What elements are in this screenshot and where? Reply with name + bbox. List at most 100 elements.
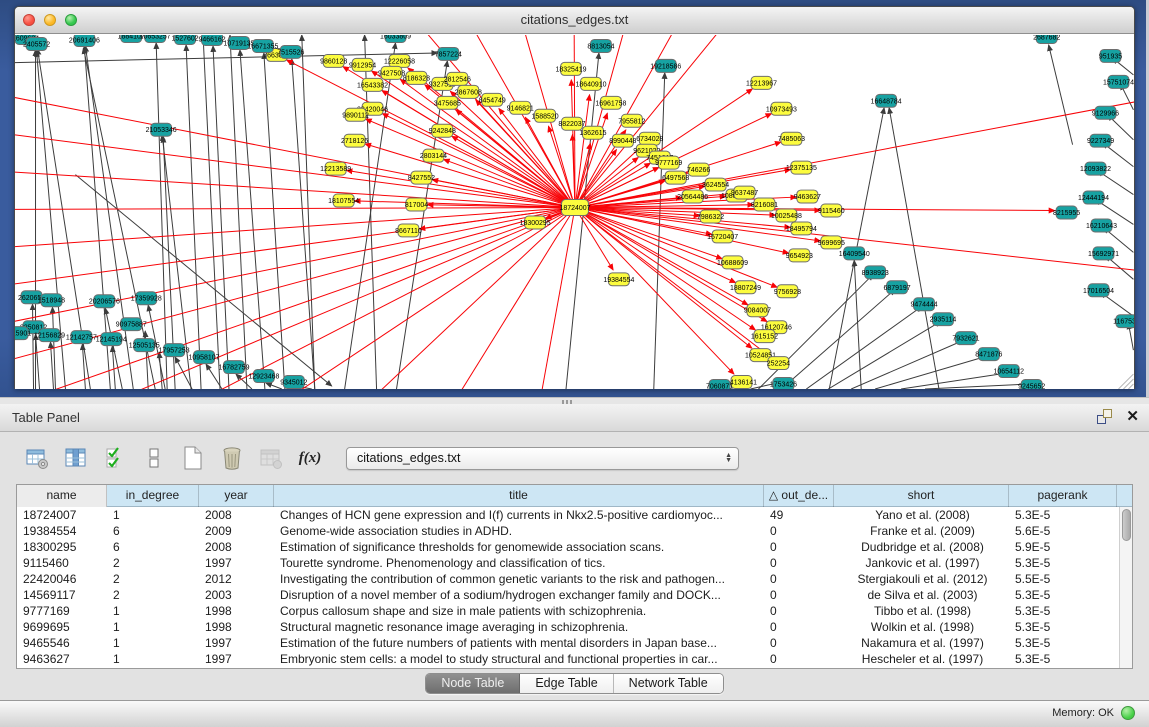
table-cell[interactable]: 0 <box>764 603 834 619</box>
close-panel-icon[interactable]: ✕ <box>1126 409 1139 424</box>
table-cell[interactable]: 1998 <box>199 603 274 619</box>
table-cell[interactable]: Hescheler et al. (1997) <box>834 651 1009 667</box>
table-cell[interactable]: 2 <box>107 571 199 587</box>
table-cell[interactable]: 0 <box>764 555 834 571</box>
table-cell[interactable]: 19384554 <box>17 523 107 539</box>
graph-edge[interactable] <box>889 108 939 389</box>
graph-edge[interactable] <box>828 321 941 389</box>
resize-grip-icon[interactable] <box>1118 374 1133 389</box>
graph-edge[interactable] <box>1049 45 1073 145</box>
graph-edge[interactable] <box>419 208 575 229</box>
graph-edge[interactable] <box>575 208 777 288</box>
table-mode-icon[interactable] <box>24 445 50 471</box>
memory-status-icon[interactable] <box>1121 706 1135 720</box>
table-cell[interactable]: 2 <box>107 555 199 571</box>
table-cell[interactable]: 0 <box>764 635 834 651</box>
column-header-name[interactable]: name <box>17 485 107 507</box>
float-panel-icon[interactable] <box>1097 409 1112 424</box>
table-cell[interactable]: Changes of HCN gene expression and I(f) … <box>274 507 764 523</box>
table-cell[interactable]: 5.3E-5 <box>1009 651 1117 667</box>
table-row[interactable]: 911546021997Tourette syndrome. Phenomeno… <box>17 555 1119 571</box>
graph-edge[interactable] <box>335 208 575 389</box>
graph-edge[interactable] <box>925 384 1030 389</box>
table-cell[interactable]: Genome-wide association studies in ADHD. <box>274 523 764 539</box>
table-cell[interactable]: 1 <box>107 635 199 651</box>
column-header-in_degree[interactable]: in_degree <box>107 485 199 507</box>
table-cell[interactable]: 1 <box>107 507 199 523</box>
table-cell[interactable]: 49 <box>764 507 834 523</box>
table-row[interactable]: 1938455462009Genome-wide association stu… <box>17 523 1119 539</box>
graph-edge[interactable] <box>806 306 922 389</box>
graph-edge[interactable] <box>156 43 167 389</box>
table-cell[interactable]: 5.3E-5 <box>1009 619 1117 635</box>
graph-edge[interactable] <box>434 208 575 389</box>
network-canvas[interactable]: 1872400776638229860128991295412226058942… <box>15 35 1134 389</box>
table-cell[interactable]: 5.3E-5 <box>1009 507 1117 523</box>
column-header-year[interactable]: year <box>199 485 274 507</box>
graph-edge[interactable] <box>213 46 229 389</box>
graph-edge[interactable] <box>36 334 40 389</box>
graph-edge[interactable] <box>186 45 201 389</box>
select-rows-icon[interactable] <box>102 445 128 471</box>
table-cell[interactable]: Estimation of significance thresholds fo… <box>274 539 764 555</box>
table-cell[interactable]: Dudbridge et al. (2008) <box>834 539 1009 555</box>
function-builder-icon[interactable]: f(x) <box>297 445 323 471</box>
table-cell[interactable]: Investigating the contribution of common… <box>274 571 764 587</box>
graph-edge[interactable] <box>15 208 575 370</box>
table-cell[interactable]: de Silva et al. (2003) <box>834 587 1009 603</box>
table-cell[interactable]: Wolkin et al. (1998) <box>834 619 1009 635</box>
table-cell[interactable]: 18724007 <box>17 507 107 523</box>
table-cell[interactable]: 5.3E-5 <box>1009 603 1117 619</box>
graph-edge[interactable] <box>105 308 122 389</box>
graph-edge[interactable] <box>15 208 575 290</box>
table-cell[interactable]: 0 <box>764 571 834 587</box>
graph-edge[interactable] <box>15 170 575 208</box>
table-cell[interactable]: 0 <box>764 523 834 539</box>
column-header-title[interactable]: title <box>274 485 764 507</box>
table-cell[interactable]: Structural magnetic resonance image aver… <box>274 619 764 635</box>
show-columns-icon[interactable] <box>63 445 89 471</box>
table-cell[interactable]: Embryonic stem cells: a model to study s… <box>274 651 764 667</box>
table-cell[interactable]: 1 <box>107 651 199 667</box>
table-cell[interactable]: Yano et al. (2008) <box>834 507 1009 523</box>
table-cell[interactable]: 5.3E-5 <box>1009 555 1117 571</box>
table-cell[interactable]: 5.3E-5 <box>1009 635 1117 651</box>
network-window-titlebar[interactable]: citations_edges.txt <box>15 7 1134 34</box>
graph-edge[interactable] <box>240 50 265 389</box>
graph-edge[interactable] <box>15 208 575 210</box>
graph-edge[interactable] <box>452 136 575 207</box>
table-row[interactable]: 1830029562008Estimation of significance … <box>17 539 1119 555</box>
table-row[interactable]: 977716911998Corpus callosum shape and si… <box>17 603 1119 619</box>
table-row[interactable]: 946554611997Estimation of the future num… <box>17 635 1119 651</box>
table-cell[interactable]: 1997 <box>199 635 274 651</box>
table-cell[interactable]: 2003 <box>199 587 274 603</box>
table-cell[interactable]: 2012 <box>199 571 274 587</box>
delete-trash-icon[interactable] <box>219 445 245 471</box>
table-cell[interactable]: 0 <box>764 539 834 555</box>
table-cell[interactable]: 18300295 <box>17 539 107 555</box>
graph-edge[interactable] <box>302 35 315 389</box>
table-cell[interactable]: 5.5E-5 <box>1009 571 1117 587</box>
table-cell[interactable]: Tibbo et al. (1998) <box>834 603 1009 619</box>
table-cell[interactable]: 9465546 <box>17 635 107 651</box>
table-row[interactable]: 1456911722003Disruption of a novel membe… <box>17 587 1119 603</box>
graph-edge[interactable] <box>230 35 247 389</box>
table-cell[interactable]: 2 <box>107 587 199 603</box>
table-cell[interactable]: 6 <box>107 523 199 539</box>
graph-edge[interactable] <box>654 73 665 389</box>
table-cell[interactable]: 9777169 <box>17 603 107 619</box>
table-cell[interactable]: 5.6E-5 <box>1009 523 1117 539</box>
table-cell[interactable]: 9463627 <box>17 651 107 667</box>
graph-edge[interactable] <box>781 289 895 389</box>
table-cell[interactable]: 9699695 <box>17 619 107 635</box>
tab-network-table[interactable]: Network Table <box>614 674 723 693</box>
table-selector-dropdown[interactable]: citations_edges.txt ▲▼ <box>346 447 739 470</box>
table-cell[interactable]: 5.9E-5 <box>1009 539 1117 555</box>
table-cell[interactable]: 14569117 <box>17 587 107 603</box>
citation-network-graph[interactable]: 1872400776638229860128991295412226058942… <box>15 35 1134 389</box>
table-cell[interactable]: Estimation of the future numbers of pati… <box>274 635 764 651</box>
graph-edge[interactable] <box>292 59 315 389</box>
table-cell[interactable]: Franke et al. (2009) <box>834 523 1009 539</box>
table-cell[interactable]: 0 <box>764 651 834 667</box>
table-cell[interactable]: 22420046 <box>17 571 107 587</box>
